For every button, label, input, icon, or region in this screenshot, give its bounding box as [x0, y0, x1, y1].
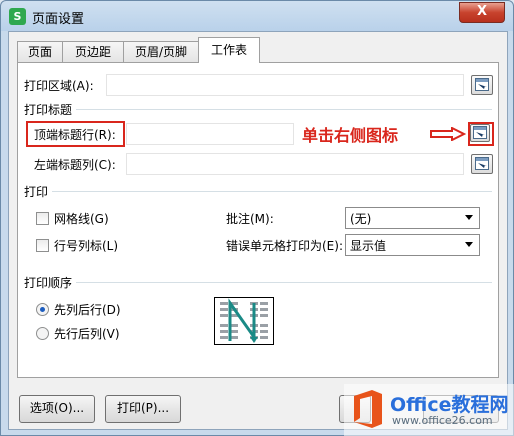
print-heading: 打印: [24, 185, 49, 199]
top-rows-range-button[interactable]: [470, 124, 490, 142]
group-divider: [52, 191, 492, 192]
sheet-tab-panel: 打印区域(A): 打印标题 顶端标题行(R): 单击右侧图标 左端标题列(C):: [17, 62, 499, 378]
headings-label: 行号列标(L): [54, 239, 119, 253]
left-cols-label: 左端标题列(C):: [34, 158, 116, 172]
instruction-annotation: 单击右侧图标: [302, 126, 399, 145]
gridlines-checkbox[interactable]: [36, 212, 49, 225]
watermark-brand: Office教程网: [390, 394, 509, 416]
group-divider: [76, 282, 492, 283]
dialog-window: S 页面设置 X 页面 页边距 页眉/页脚 工作表 打印区域(A): 打印标题 …: [0, 0, 514, 436]
headings-checkbox[interactable]: [36, 239, 49, 252]
tab-margins[interactable]: 页边距: [62, 41, 124, 62]
watermark-url: www.office26.com: [392, 414, 493, 427]
order-over-radio[interactable]: [36, 327, 49, 340]
print-group: 打印: [24, 183, 492, 200]
range-select-icon: [475, 157, 489, 170]
gridlines-label: 网格线(G): [54, 212, 109, 226]
comments-value: (无): [350, 212, 372, 226]
chevron-down-icon: [465, 242, 473, 247]
left-cols-input[interactable]: [126, 153, 464, 175]
watermark: Office教程网 www.office26.com: [344, 384, 514, 436]
app-logo-icon: S: [9, 8, 26, 25]
title-bar[interactable]: S 页面设置 X: [1, 1, 513, 31]
print-area-input[interactable]: [106, 74, 464, 96]
errors-select[interactable]: 显示值: [345, 234, 480, 256]
close-button[interactable]: X: [459, 2, 505, 23]
order-down-radio[interactable]: [36, 303, 49, 316]
top-rows-highlight-box: [26, 121, 125, 147]
print-titles-group: 打印标题: [24, 101, 492, 118]
arrow-right-icon: [430, 127, 466, 141]
errors-value: 显示值: [350, 239, 387, 253]
dialog-title: 页面设置: [32, 12, 85, 27]
comments-label: 批注(M):: [226, 212, 274, 226]
dialog-body: 页面 页边距 页眉/页脚 工作表 打印区域(A): 打印标题 顶端标题行(R):…: [8, 31, 508, 430]
range-select-icon: [475, 78, 489, 91]
office-logo-icon: [354, 390, 382, 428]
order-down-label: 先列后行(D): [54, 303, 121, 317]
print-area-range-button[interactable]: [471, 75, 493, 95]
tab-header-footer[interactable]: 页眉/页脚: [123, 41, 199, 62]
print-order-group: 打印顺序: [24, 274, 492, 291]
comments-select[interactable]: (无): [345, 207, 480, 229]
print-area-label: 打印区域(A):: [24, 79, 94, 93]
tab-page[interactable]: 页面: [17, 41, 63, 62]
errors-label: 错误单元格打印为(E):: [226, 239, 343, 253]
print-titles-heading: 打印标题: [24, 103, 73, 117]
top-rows-input[interactable]: [126, 123, 294, 145]
range-select-icon: [473, 126, 487, 139]
chevron-down-icon: [465, 215, 473, 220]
print-order-preview-icon: [214, 297, 274, 345]
order-over-label: 先行后列(V): [54, 327, 120, 341]
tab-sheet[interactable]: 工作表: [198, 37, 260, 63]
left-cols-range-button[interactable]: [471, 154, 493, 174]
print-button[interactable]: 打印(P)...: [105, 395, 181, 423]
options-button[interactable]: 选项(O)...: [19, 395, 95, 423]
print-order-heading: 打印顺序: [24, 276, 73, 290]
group-divider: [76, 109, 492, 110]
